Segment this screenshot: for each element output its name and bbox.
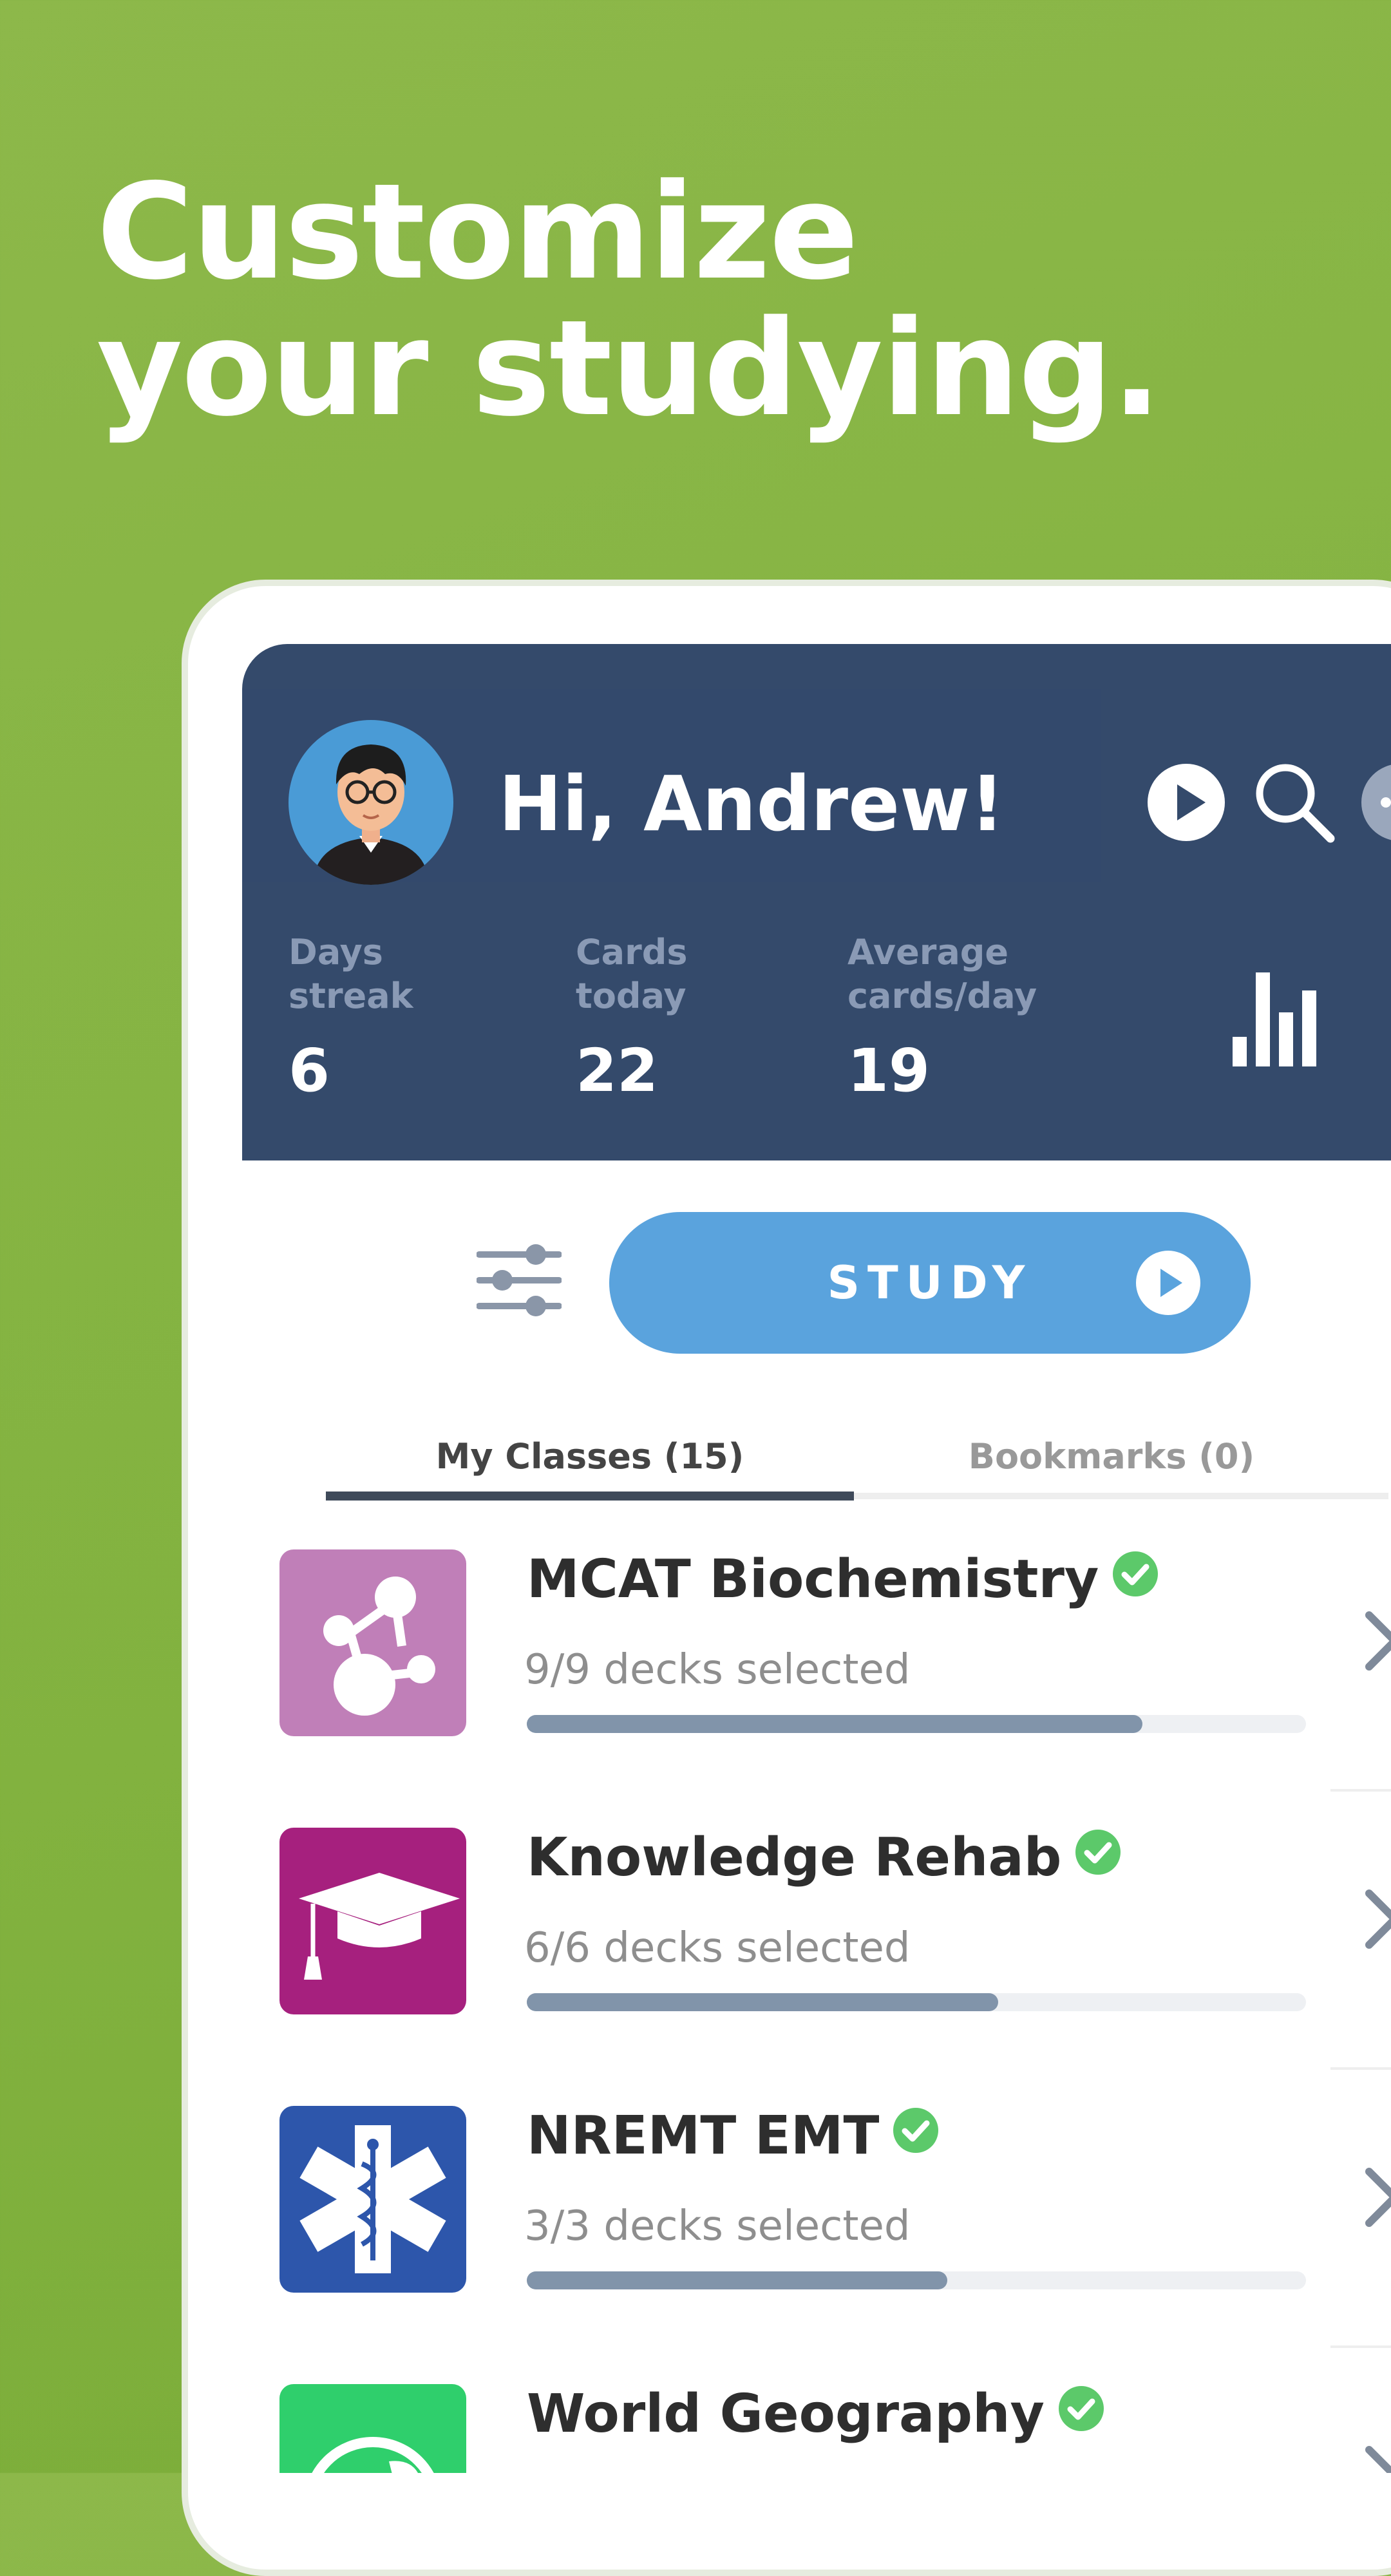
- headline-line-2: your studying.: [97, 292, 1162, 446]
- study-button[interactable]: STUDY: [609, 1212, 1251, 1354]
- class-title: World Geography: [527, 2379, 1104, 2453]
- stat-average-label: Average cards/day: [847, 932, 1037, 1016]
- class-deck-count: 3/3 decks selected: [524, 2202, 911, 2250]
- row-divider: [1330, 1789, 1391, 1792]
- stat-cards-today-value: 22: [576, 1036, 659, 1105]
- headline: Customize your studying.: [97, 156, 1162, 446]
- chevron-right-icon[interactable]: [1363, 1887, 1391, 1954]
- class-row[interactable]: Knowledge Rehab 6/6 decks selected: [242, 1816, 1391, 2094]
- class-progress-bar: [527, 1993, 1306, 2011]
- stat-average-value: 19: [847, 1036, 931, 1105]
- stat-days-streak-value: 6: [289, 1036, 330, 1105]
- tab-my-classes[interactable]: My Classes (15): [326, 1436, 854, 1477]
- bar-chart-icon[interactable]: [1233, 972, 1318, 1069]
- app-screen: Hi, Andrew! Days streak 6 Cards today 22: [242, 644, 1391, 2473]
- play-icon: [1136, 1251, 1200, 1318]
- stat-cards-today-label: Cards today: [576, 932, 688, 1016]
- class-row[interactable]: World Geography: [242, 2372, 1391, 2473]
- class-progress-fill: [527, 1993, 999, 2011]
- class-title: MCAT Biochemistry: [527, 1544, 1159, 1618]
- class-title-text: World Geography: [527, 2383, 1045, 2445]
- class-deck-count: 9/9 decks selected: [524, 1646, 911, 1694]
- class-row[interactable]: NREMT EMT 3/3 decks selected: [242, 2094, 1391, 2372]
- chevron-right-icon[interactable]: [1363, 2165, 1391, 2232]
- row-divider: [1330, 2067, 1391, 2070]
- class-title: NREMT EMT: [527, 2100, 939, 2175]
- verified-check-icon: [893, 2100, 939, 2171]
- graduation-cap-icon: [279, 1828, 466, 2014]
- class-title-text: Knowledge Rehab: [527, 1827, 1062, 1888]
- avatar[interactable]: [289, 720, 453, 885]
- class-progress-bar: [527, 2271, 1306, 2289]
- class-title-text: NREMT EMT: [527, 2105, 880, 2166]
- chevron-right-icon[interactable]: [1363, 1609, 1391, 1676]
- class-progress-fill: [527, 1715, 1142, 1733]
- class-progress-bar: [527, 1715, 1306, 1733]
- headline-line-1: Customize: [97, 156, 858, 309]
- verified-check-icon: [1113, 1544, 1159, 1615]
- search-icon[interactable]: [1252, 760, 1336, 846]
- tab-bookmarks[interactable]: Bookmarks (0): [847, 1436, 1376, 1477]
- verified-check-icon: [1075, 1822, 1121, 1893]
- class-deck-count: 6/6 decks selected: [524, 1924, 911, 1972]
- play-icon[interactable]: [1146, 762, 1226, 845]
- class-title: Knowledge Rehab: [527, 1823, 1121, 1897]
- more-icon[interactable]: [1360, 762, 1391, 845]
- globe-icon: [279, 2384, 466, 2473]
- class-row[interactable]: MCAT Biochemistry 9/9 decks selected: [242, 1538, 1391, 1816]
- greeting-text: Hi, Andrew!: [498, 759, 1005, 848]
- filter-sliders-icon[interactable]: [476, 1243, 562, 1320]
- chevron-right-icon[interactable]: [1363, 2443, 1391, 2473]
- profile-header: Hi, Andrew! Days streak 6 Cards today 22: [242, 644, 1391, 1160]
- class-progress-fill: [527, 2271, 948, 2289]
- tab-active-indicator: [326, 1492, 854, 1501]
- class-title-text: MCAT Biochemistry: [527, 1549, 1099, 1610]
- stat-days-streak-label: Days streak: [289, 932, 413, 1016]
- row-divider: [1330, 2345, 1391, 2348]
- verified-check-icon: [1058, 2378, 1104, 2449]
- molecule-icon: [279, 1549, 466, 1736]
- star-of-life-icon: [279, 2106, 466, 2293]
